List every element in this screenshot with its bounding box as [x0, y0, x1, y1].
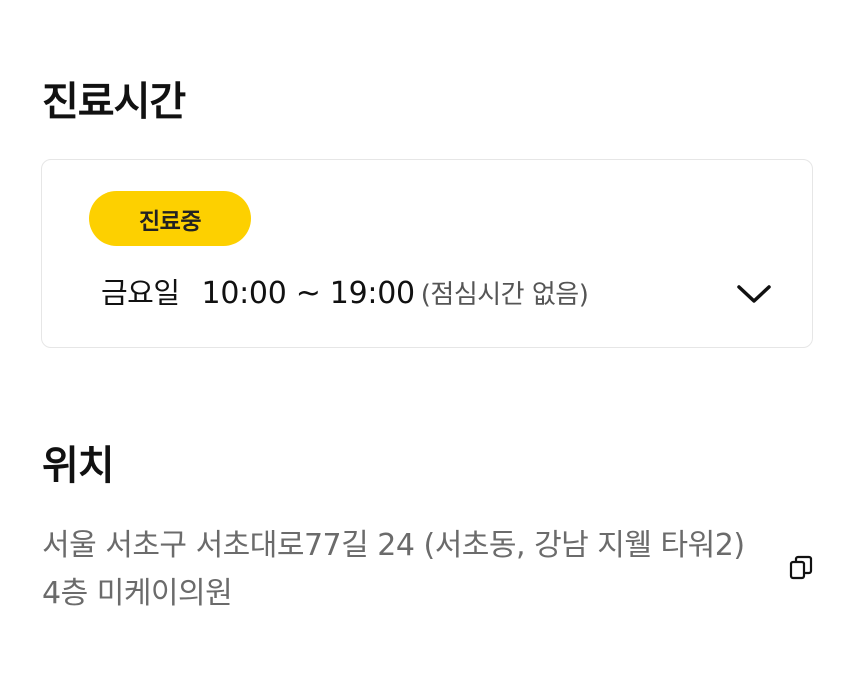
hours-row: 금요일 10:00 ~ 19:00 (점심시간 없음)	[101, 270, 589, 311]
lunch-note: (점심시간 없음)	[420, 280, 589, 310]
location-section-title: 위치	[42, 443, 115, 489]
status-badge: 진료중	[89, 191, 251, 246]
expand-hours-button[interactable]	[734, 278, 774, 310]
time-range: 10:00 ~ 19:00	[201, 276, 416, 311]
clinic-info-page: 진료시간 진료중 금요일 10:00 ~ 19:00 (점심시간 없음) 위치 …	[0, 0, 856, 695]
copy-icon	[789, 555, 813, 580]
address-text: 서울 서초구 서초대로77길 24 (서초동, 강남 지웰 타워2) 4층 미케…	[42, 528, 745, 611]
chevron-down-icon	[737, 285, 771, 303]
day-label: 금요일	[101, 276, 180, 310]
copy-address-button[interactable]	[787, 554, 815, 582]
hours-card[interactable]: 진료중 금요일 10:00 ~ 19:00 (점심시간 없음)	[41, 159, 813, 348]
hours-section-title: 진료시간	[42, 79, 186, 125]
